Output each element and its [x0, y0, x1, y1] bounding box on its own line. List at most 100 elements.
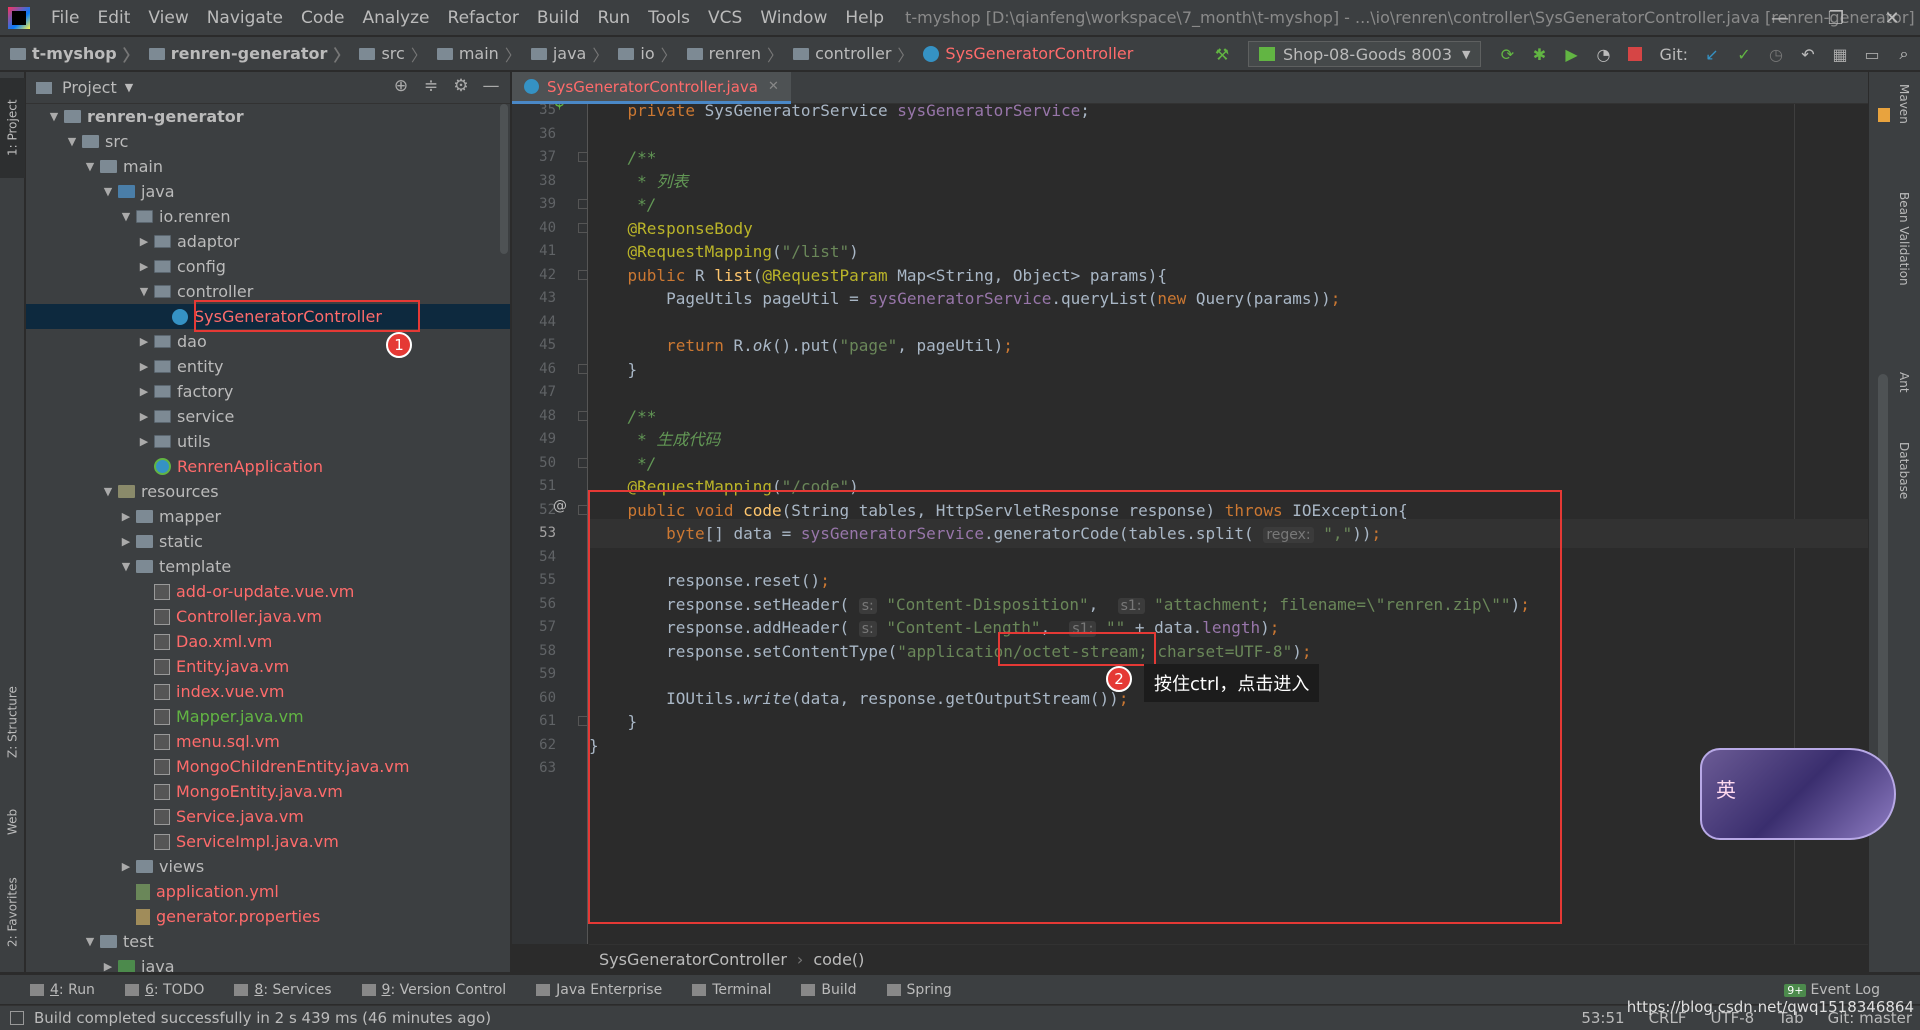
- bean-gutter-icon[interactable]: ⚘: [553, 104, 566, 114]
- expand-arrow-icon[interactable]: ▼: [62, 135, 82, 148]
- tree-item[interactable]: ServiceImpl.java.vm: [26, 829, 510, 854]
- tab-bean-validation[interactable]: Bean Validation: [1897, 192, 1911, 286]
- git-rollback-icon[interactable]: ↶: [1798, 44, 1818, 64]
- tree-item[interactable]: ▶ factory: [26, 379, 510, 404]
- bottom-tool-button[interactable]: Build: [801, 982, 857, 998]
- tab-database[interactable]: Database: [1897, 442, 1911, 499]
- collapse-arrow-icon[interactable]: ▶: [134, 335, 154, 348]
- tree-item[interactable]: ▼ src: [26, 129, 510, 154]
- menu-item-navigate[interactable]: Navigate: [198, 8, 292, 28]
- bottom-tool-button[interactable]: Terminal: [692, 982, 771, 998]
- bottom-tool-button[interactable]: 6: TODO: [124, 982, 204, 998]
- menu-item-edit[interactable]: Edit: [88, 8, 139, 28]
- close-tab-icon[interactable]: ✕: [768, 79, 779, 94]
- tree-item[interactable]: ▼ renren-generator: [26, 104, 510, 129]
- breadcrumb-method[interactable]: code(): [813, 950, 864, 969]
- editor-tab[interactable]: SysGeneratorController.java ✕: [512, 72, 791, 104]
- collapse-arrow-icon[interactable]: ▶: [134, 435, 154, 448]
- avatar-widget[interactable]: 英: [1700, 748, 1896, 840]
- expand-arrow-icon[interactable]: ▼: [80, 935, 100, 948]
- code-line[interactable]: }: [589, 355, 638, 384]
- expand-arrow-icon[interactable]: ▼: [98, 185, 118, 198]
- layout-icon[interactable]: ▭: [1862, 44, 1882, 64]
- tree-item[interactable]: index.vue.vm: [26, 679, 510, 704]
- tree-item[interactable]: menu.sql.vm: [26, 729, 510, 754]
- status-toggle-icon[interactable]: [10, 1011, 24, 1025]
- breadcrumb-item[interactable]: io 〉: [608, 42, 677, 66]
- menu-item-build[interactable]: Build: [528, 8, 589, 28]
- tree-item[interactable]: ▶ entity: [26, 354, 510, 379]
- expand-arrow-icon[interactable]: ▼: [134, 285, 154, 298]
- expand-arrow-icon[interactable]: ▼: [116, 560, 136, 573]
- tree-item[interactable]: ▶ java: [26, 954, 510, 972]
- code-line[interactable]: return R.ok().put("page", pageUtil);: [589, 331, 1013, 360]
- tree-item[interactable]: ▼ test: [26, 929, 510, 954]
- code-line[interactable]: private SysGeneratorService sysGenerator…: [589, 104, 1090, 125]
- menu-item-window[interactable]: Window: [751, 8, 836, 28]
- bottom-tool-button[interactable]: 8: Services: [234, 982, 332, 998]
- tree-item[interactable]: MongoEntity.java.vm: [26, 779, 510, 804]
- tree-item[interactable]: MongoChildrenEntity.java.vm: [26, 754, 510, 779]
- tab-web[interactable]: Web: [0, 792, 25, 852]
- tree-item[interactable]: Mapper.java.vm: [26, 704, 510, 729]
- tree-item[interactable]: generator.properties: [26, 904, 510, 929]
- menu-item-code[interactable]: Code: [292, 8, 354, 28]
- collapse-arrow-icon[interactable]: ▶: [116, 510, 136, 523]
- tree-item[interactable]: ▼ resources: [26, 479, 510, 504]
- menu-item-vcs[interactable]: VCS: [699, 8, 751, 28]
- minimize-button[interactable]: —: [1752, 0, 1808, 36]
- coverage-icon[interactable]: ▶: [1561, 44, 1581, 64]
- build-hammer-icon[interactable]: ⚒: [1212, 44, 1232, 64]
- tree-item[interactable]: RenrenApplication: [26, 454, 510, 479]
- collapse-all-icon[interactable]: ≑: [416, 76, 446, 96]
- tree-item[interactable]: Controller.java.vm: [26, 604, 510, 629]
- collapse-arrow-icon[interactable]: ▶: [134, 260, 154, 273]
- breadcrumb-item[interactable]: java 〉: [521, 42, 608, 66]
- fold-marker-icon[interactable]: [578, 363, 587, 374]
- breadcrumb-item[interactable]: main 〉: [427, 42, 521, 66]
- git-commit-icon[interactable]: ✓: [1734, 44, 1754, 64]
- hide-icon[interactable]: —: [476, 76, 506, 96]
- menu-item-run[interactable]: Run: [589, 8, 640, 28]
- request-mapping-gutter-icon[interactable]: @: [553, 498, 567, 514]
- breadcrumb-item[interactable]: src 〉: [349, 42, 427, 66]
- expand-arrow-icon[interactable]: ▼: [116, 210, 136, 223]
- fold-marker-icon[interactable]: [578, 199, 587, 209]
- fold-marker-icon[interactable]: [578, 716, 587, 726]
- fold-marker-icon[interactable]: [578, 152, 587, 162]
- run-config-select[interactable]: Shop-08-Goods 8003 ▼: [1248, 41, 1482, 67]
- tree-item[interactable]: ▶ config: [26, 254, 510, 279]
- tab-favorites[interactable]: 2: Favorites: [0, 862, 25, 962]
- gear-icon[interactable]: ⚙: [446, 76, 476, 96]
- expand-arrow-icon[interactable]: ▼: [44, 110, 64, 123]
- expand-arrow-icon[interactable]: ▼: [98, 485, 118, 498]
- event-log-button[interactable]: 9+ Event Log: [1784, 982, 1880, 998]
- bottom-tool-button[interactable]: Java Enterprise: [536, 982, 662, 998]
- tab-project[interactable]: 1: Project: [0, 78, 25, 178]
- git-history-icon[interactable]: ◷: [1766, 44, 1786, 64]
- project-structure-icon[interactable]: ▦: [1830, 44, 1850, 64]
- tab-ant[interactable]: Ant: [1897, 372, 1911, 393]
- breadcrumb-item[interactable]: SysGeneratorController: [913, 44, 1133, 63]
- breadcrumb-class[interactable]: SysGeneratorController: [599, 950, 787, 969]
- breadcrumb-item[interactable]: renren-generator 〉: [139, 42, 349, 66]
- chevron-down-icon[interactable]: ▼: [125, 81, 133, 94]
- profile-icon[interactable]: ◔: [1593, 44, 1613, 64]
- git-update-icon[interactable]: ↙: [1702, 44, 1722, 64]
- restore-button[interactable]: ❐: [1808, 0, 1864, 36]
- tree-item[interactable]: ▶ service: [26, 404, 510, 429]
- close-window-button[interactable]: ✕: [1864, 0, 1920, 36]
- tree-item[interactable]: ▶ dao: [26, 329, 510, 354]
- tab-structure[interactable]: Z: Structure: [0, 672, 25, 772]
- collapse-arrow-icon[interactable]: ▶: [116, 860, 136, 873]
- tree-item[interactable]: Service.java.vm: [26, 804, 510, 829]
- menu-item-view[interactable]: View: [139, 8, 197, 28]
- collapse-arrow-icon[interactable]: ▶: [98, 960, 118, 972]
- fold-marker-icon[interactable]: [578, 504, 587, 515]
- menu-item-help[interactable]: Help: [836, 8, 893, 28]
- collapse-arrow-icon[interactable]: ▶: [134, 360, 154, 373]
- scrollbar-thumb[interactable]: [1878, 374, 1888, 794]
- tree-item[interactable]: ▼ java: [26, 179, 510, 204]
- tree-scrollbar[interactable]: [500, 104, 508, 254]
- tab-maven[interactable]: Maven: [1897, 84, 1911, 124]
